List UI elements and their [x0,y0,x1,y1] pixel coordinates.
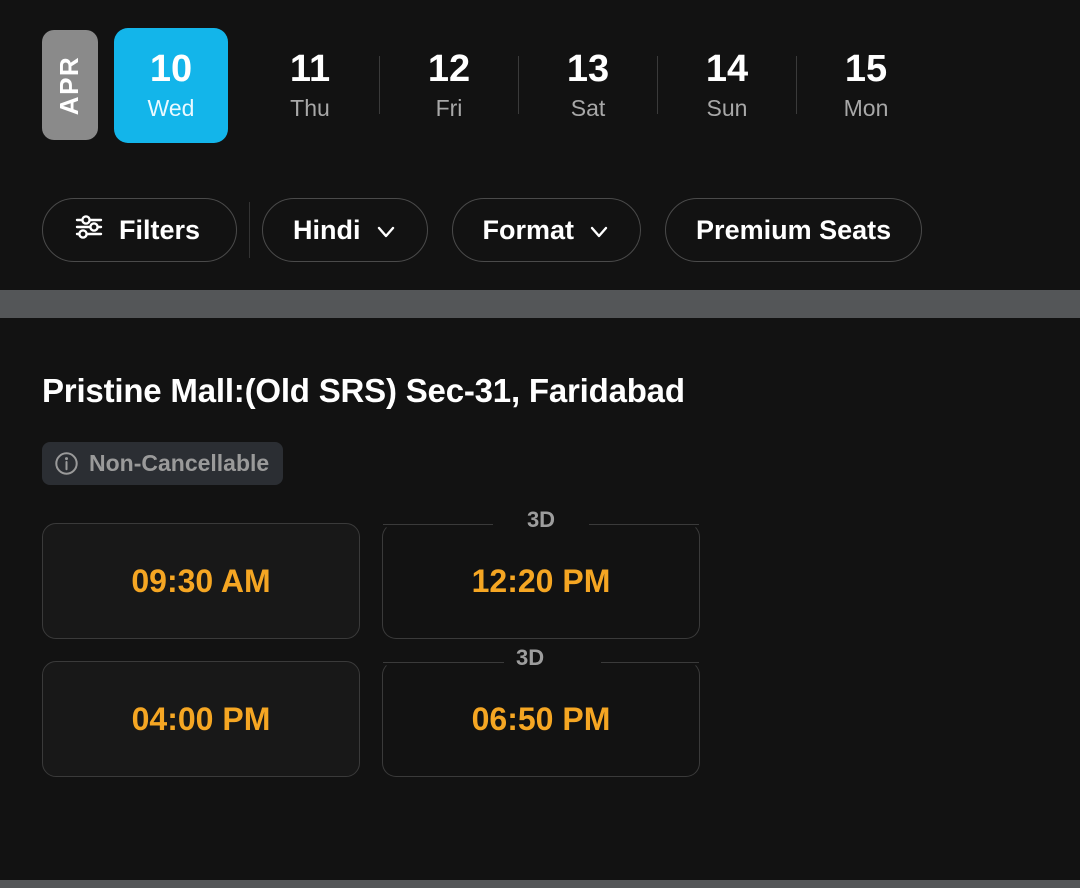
date-item-15[interactable]: 15 Mon [809,28,923,143]
date-divider [379,56,380,114]
date-number: 13 [566,47,610,90]
month-label: APR [54,55,85,115]
premium-seats-filter-button[interactable]: Premium Seats [665,198,923,262]
showtime-card[interactable]: 09:30 AM [42,523,360,639]
date-divider [518,56,519,114]
date-number: 11 [289,47,331,90]
showtime-format-tag: 3D [504,645,557,671]
non-cancellable-badge: Non-Cancellable [42,442,284,485]
format-label: Format [482,214,575,245]
date-weekday: Fri [435,94,463,121]
date-item-12[interactable]: 12 Fri [392,28,506,143]
filter-bar: Filters Hindi Format Premium Seats [0,170,1080,290]
dates-row: 10 Wed 11 Thu 12 Fri 13 Sat 14 Sun 15 Mo… [98,0,1080,170]
date-item-11[interactable]: 11 Thu [253,28,367,143]
showtimes-grid: 09:30 AM 3D 12:20 PM 04:00 PM 3D 06:50 P… [42,507,1038,777]
date-weekday: Thu [290,94,330,121]
filter-divider [249,202,251,258]
frame-top-right [601,662,699,663]
premium-seats-label: Premium Seats [696,214,892,245]
date-item-14[interactable]: 14 Sun [670,28,784,143]
sliders-icon [75,213,105,248]
date-divider [796,56,797,114]
chevron-down-icon [588,219,610,241]
info-icon [54,451,79,476]
date-item-13[interactable]: 13 Sat [531,28,645,143]
showtimes-screen: APR 10 Wed 11 Thu 12 Fri 13 Sat 14 Sun 1… [0,0,1080,888]
date-number: 12 [427,47,471,90]
bottom-divider-band [0,880,1080,888]
section-divider-band [0,290,1080,318]
frame-top-left [383,662,505,663]
frame-top-right [589,524,699,525]
date-divider [240,56,241,114]
date-selector-strip: APR 10 Wed 11 Thu 12 Fri 13 Sat 14 Sun 1… [0,0,1080,170]
month-chip: APR [42,30,98,140]
badge-label: Non-Cancellable [89,450,270,476]
date-number: 10 [149,47,193,90]
date-weekday: Sat [570,94,606,121]
chevron-down-icon [375,219,397,241]
venue-name: Pristine Mall:(Old SRS) Sec-31, Faridaba… [42,372,685,409]
showtime-format-tag: 3D [514,507,568,533]
showtime-label: 09:30 AM [131,562,271,599]
date-number: 14 [705,47,749,90]
venue-section: Pristine Mall:(Old SRS) Sec-31, Faridaba… [0,318,1080,777]
filters-button[interactable]: Filters [42,198,238,262]
language-label: Hindi [293,214,361,245]
showtime-label: 12:20 PM [471,562,611,599]
date-weekday: Mon [843,94,889,121]
language-filter-button[interactable]: Hindi [262,198,428,262]
showtime-card[interactable]: 3D 06:50 PM [382,645,700,777]
date-weekday: Wed [147,94,195,121]
filters-label: Filters [119,214,201,245]
showtime-label: 06:50 PM [471,700,611,737]
date-weekday: Sun [706,94,748,121]
format-filter-button[interactable]: Format [451,198,642,262]
date-number: 15 [844,47,888,90]
showtime-label: 04:00 PM [131,700,271,737]
showtime-card[interactable]: 3D 12:20 PM [382,507,700,639]
frame-top-left [383,524,493,525]
date-item-10[interactable]: 10 Wed [114,27,228,143]
date-divider [657,56,658,114]
showtime-card[interactable]: 04:00 PM [42,661,360,777]
